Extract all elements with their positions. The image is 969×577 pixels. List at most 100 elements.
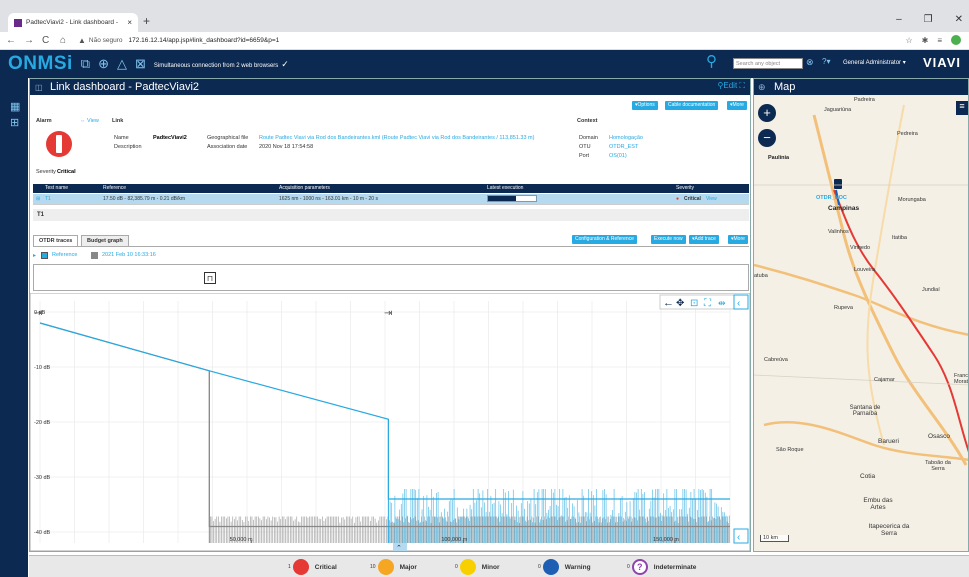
address-bar: ← → C ⌂ ▲ Não seguro 172.16.12.14/app.js… [0,32,969,50]
zoom-out-button[interactable]: − [758,129,776,147]
move-icon[interactable]: ✥ [676,298,684,309]
close-window-button[interactable]: ✕ [955,14,963,25]
map-panel: ⊕ Map + − ≡ Padreira Jaguariúna Pedreira… [753,78,969,552]
col-test-name: Test name [45,185,69,191]
cable-documentation-button[interactable]: Cable documentation [665,101,719,110]
close-tab-icon[interactable]: × [127,18,132,27]
y-tick-label: -20 dB [34,420,51,426]
marker-icon[interactable]: ⇹ [718,298,726,308]
restore-button[interactable]: ❐ [924,14,933,25]
status-major[interactable]: 10 Major [370,559,417,575]
network-icon[interactable]: ⧉ [81,56,90,72]
url-field[interactable]: ▲ Não seguro 172.16.12.14/app.jsp#link_d… [78,36,279,45]
description-label: Description [114,144,142,150]
scroll-up-icon[interactable]: ⌃ [396,544,402,551]
map-label: Itatiba [892,235,907,241]
options-button[interactable]: ▾Options [632,101,658,110]
more-button[interactable]: ▾More [727,101,747,110]
col-reference: Reference [103,185,127,191]
edit-button[interactable]: ⚲Edit ⛶ [718,81,745,91]
y-tick-label: -40 dB [34,530,51,536]
map-label: Padreira [854,97,875,103]
tab-otdr-traces[interactable]: OTDR traces [33,235,79,246]
legend-expand-icon[interactable]: ▸ [33,252,36,259]
pan-left-icon[interactable]: ← [663,297,674,309]
tab-more-button[interactable]: ▾More [728,235,748,244]
favicon-icon [14,18,22,27]
panel-title-bar: ◫ Link dashboard - PadtecViavi2 [30,79,750,95]
geo-file-link[interactable]: Route Padtec Viavi via Rod dos Bandeiran… [259,135,534,141]
alarm-view-link[interactable]: ⇔ View [80,118,99,124]
search-icon[interactable]: ⚲ [706,52,717,70]
reload-icon[interactable]: C [42,35,54,46]
critical-alarm-icon [46,131,72,157]
critical-icon [292,559,309,575]
workflow-icon[interactable]: ⊠ [135,56,146,72]
map-canvas[interactable]: + − ≡ Padreira Jaguariúna Pedreira Paulí… [754,95,968,551]
status-minor[interactable]: 0 Minor [455,559,499,575]
table-row[interactable]: ⊞ T1 17.50 dB - 82,385.79 m - 0.21 dB/km… [33,194,749,205]
clear-search-icon[interactable]: ⊗ [806,57,814,68]
globe-icon[interactable]: ⊕ [98,56,109,72]
add-trace-button[interactable]: ▾Add trace [689,235,719,244]
new-tab-button[interactable]: + [143,14,150,28]
otdr-trace-chart[interactable]: 0 dB-10 dB-20 dB-30 dB-40 dB 50,000 m 100… [30,293,750,551]
dashboard-grid-icon[interactable]: ▦ [10,100,20,113]
tests-table-header: Test name Reference Acquisition paramete… [33,184,749,193]
cursor-b-icon[interactable]: ⇥ [384,308,392,319]
home-icon[interactable]: ⌂ [60,35,72,46]
minimize-button[interactable]: – [896,14,902,25]
back-icon[interactable]: ← [6,35,18,46]
page-title: Link dashboard - PadtecViavi2 [50,81,200,93]
configuration-reference-button[interactable]: Configuration & Reference [572,235,637,244]
expand-row-icon[interactable]: ⊞ [36,196,40,202]
bookmark-star-icon[interactable]: ☆ [905,36,912,45]
legend-reference-label[interactable]: Reference [52,252,77,258]
map-title-bar: ⊕ Map [754,79,968,95]
fit-icon[interactable]: ⛶ [703,298,712,309]
major-icon [377,559,394,575]
severity-value: Critical [57,169,76,175]
cursor-a-icon[interactable]: ⇥ [34,308,42,319]
row-view-link[interactable]: View [706,196,717,202]
port-link[interactable]: OS(01) [609,153,627,159]
map-label: Louveira [854,267,876,273]
execute-now-button[interactable]: Execute now [651,235,686,244]
status-warning[interactable]: 0 Warning [538,559,591,575]
viavi-logo: VIAVI [923,55,961,70]
minor-icon [459,559,476,575]
alarm-bell-icon[interactable]: △ [117,56,127,72]
row-severity-value: Critical [684,196,701,202]
zoom-in-button[interactable]: + [758,104,776,122]
tree-icon[interactable]: ⊞ [10,116,19,129]
test-name-cell[interactable]: T1 [45,196,51,202]
collapse-panel-icon[interactable]: ‹ [737,298,740,309]
zoom-icon[interactable]: ⊡ [690,298,698,309]
help-icon[interactable]: ?▾ [822,57,830,66]
forward-icon[interactable]: → [24,35,36,46]
map-label-otdr-noc[interactable]: OTDR_NOC [816,195,847,201]
alarm-status-bar: 1 Critical 10 Major 0 Minor 0 Warning 0 … [29,555,969,577]
map-roads [754,104,968,466]
otu-link[interactable]: OTDR_EST [609,144,638,150]
profile-avatar[interactable] [951,35,961,45]
map-label: Cotia [860,473,876,480]
status-critical[interactable]: 1 Critical [288,559,337,575]
pin-icon[interactable]: ◫ [35,83,43,92]
chart-collapse-icon[interactable]: ‹ [737,532,740,543]
tab-budget-graph[interactable]: Budget graph [81,235,129,246]
event-marker-icon[interactable]: ⊓ [204,272,216,284]
status-indeterminate[interactable]: 0 ? Indeterminate [627,559,696,575]
reading-list-icon[interactable]: ≡ [937,36,942,45]
domain-link[interactable]: Homologação [609,135,643,141]
x-tick-label: 50,000 m [230,537,253,543]
tabs-divider [33,246,749,247]
browser-tab[interactable]: PadtecViavi2 - Link dashboard - × [8,13,138,32]
extensions-icon[interactable]: ✱ [922,36,929,45]
legend-trace-label[interactable]: 2021 Feb 10 16:33:16 [102,252,156,258]
reference-cell: 17.50 dB - 82,385.79 m - 0.21 dB/km [103,196,185,202]
search-input[interactable]: Search any object [733,58,803,69]
map-label: Paulínia [768,155,790,161]
map-menu-icon[interactable]: ≡ [956,101,968,115]
user-menu[interactable]: General Administrator ▾ [843,59,906,66]
